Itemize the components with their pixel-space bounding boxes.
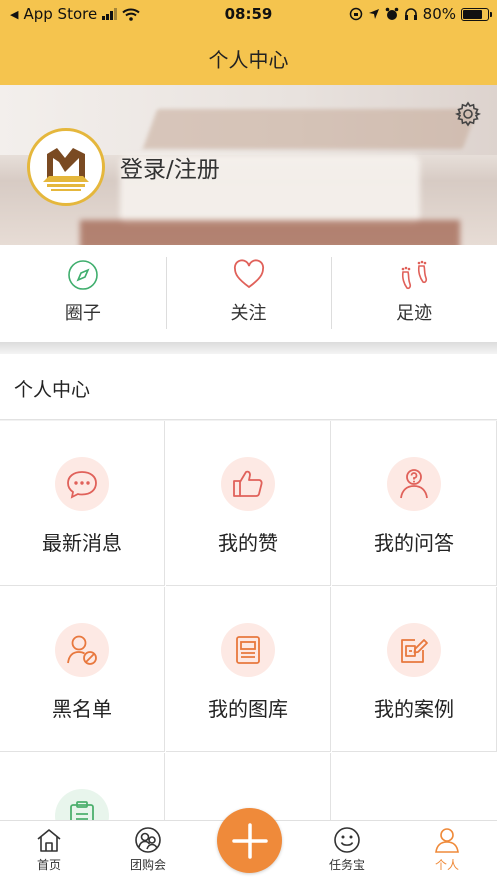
lock-rotation-icon bbox=[349, 7, 362, 21]
quick-action-label: 足迹 bbox=[396, 303, 433, 324]
icon-circle bbox=[221, 623, 275, 677]
quick-action-circle[interactable]: 圈子 bbox=[0, 245, 166, 342]
section-title: 个人中心 bbox=[14, 379, 91, 401]
quick-action-footprints[interactable]: 足迹 bbox=[331, 245, 497, 342]
menu-label: 黑名单 bbox=[52, 697, 112, 721]
home-icon bbox=[37, 829, 61, 852]
smile-icon bbox=[334, 827, 360, 853]
icon-circle bbox=[221, 457, 275, 511]
menu-blacklist[interactable]: 黑名单 bbox=[0, 587, 165, 752]
avatar[interactable] bbox=[27, 128, 105, 206]
quick-action-label: 关注 bbox=[230, 303, 267, 324]
case-icon bbox=[401, 639, 428, 663]
group-buy-icon bbox=[135, 827, 161, 853]
icon-circle bbox=[55, 457, 109, 511]
user-icon bbox=[435, 828, 459, 853]
gallery-icon bbox=[236, 636, 260, 664]
thumbs-up-icon bbox=[233, 470, 263, 497]
menu-my-qa[interactable]: 我的问答 bbox=[332, 421, 497, 586]
compass-icon bbox=[68, 260, 98, 290]
tab-home[interactable]: 首页 bbox=[9, 826, 89, 873]
add-button[interactable] bbox=[217, 808, 282, 873]
alarm-icon bbox=[385, 7, 398, 20]
quick-actions: 圈子 关注 足迹 bbox=[0, 245, 497, 342]
headphones-icon bbox=[404, 8, 417, 20]
menu-label: 我的案例 bbox=[374, 697, 454, 721]
menu-label: 我的问答 bbox=[374, 531, 454, 555]
tab-group-buy[interactable]: 团购会 bbox=[108, 826, 188, 873]
profile-header: 登录/注册 bbox=[0, 85, 497, 245]
background-image-detail bbox=[80, 220, 460, 245]
brand-logo-icon bbox=[43, 148, 89, 191]
battery-fill bbox=[463, 9, 483, 19]
icon-circle bbox=[387, 623, 441, 677]
icon-circle bbox=[55, 623, 109, 677]
page-title: 个人中心 bbox=[208, 48, 289, 72]
question-user-icon bbox=[400, 469, 428, 499]
footprints-icon bbox=[401, 260, 428, 290]
quick-action-label: 圈子 bbox=[64, 303, 101, 324]
quick-action-follow[interactable]: 关注 bbox=[165, 245, 332, 342]
icon-circle bbox=[387, 457, 441, 511]
login-register-link[interactable]: 登录/注册 bbox=[120, 150, 220, 184]
tab-profile[interactable]: 个人 bbox=[407, 826, 487, 873]
section-header: 个人中心 bbox=[0, 354, 497, 420]
gear-icon[interactable] bbox=[455, 101, 481, 127]
message-icon bbox=[67, 471, 97, 499]
battery-percent: 80% bbox=[422, 5, 456, 23]
location-icon bbox=[368, 9, 379, 19]
tab-label: 首页 bbox=[36, 858, 61, 872]
menu-grid: 最新消息 我的赞 我的问答 黑名单 我的图库 我的案例 bbox=[0, 421, 497, 831]
background-image-detail bbox=[142, 109, 478, 149]
status-right: 80% bbox=[349, 5, 492, 23]
blocked-user-icon bbox=[67, 635, 97, 665]
divider bbox=[0, 342, 497, 354]
tab-label: 个人 bbox=[434, 858, 459, 872]
menu-my-cases[interactable]: 我的案例 bbox=[332, 587, 497, 752]
status-bar: ◀ App Store 08:59 80% bbox=[0, 0, 497, 28]
menu-label: 最新消息 bbox=[42, 531, 122, 555]
menu-my-gallery[interactable]: 我的图库 bbox=[166, 587, 331, 752]
menu-latest-messages[interactable]: 最新消息 bbox=[0, 421, 165, 586]
tab-label: 任务宝 bbox=[328, 858, 365, 872]
menu-my-likes[interactable]: 我的赞 bbox=[166, 421, 331, 586]
battery-icon bbox=[461, 7, 492, 21]
tab-label: 团购会 bbox=[129, 858, 166, 872]
nav-bar: 个人中心 bbox=[0, 28, 497, 85]
menu-label: 我的赞 bbox=[218, 531, 278, 555]
heart-icon bbox=[233, 259, 264, 289]
menu-label: 我的图库 bbox=[208, 697, 288, 721]
plus-icon bbox=[231, 822, 268, 859]
tab-task[interactable]: 任务宝 bbox=[307, 826, 387, 873]
